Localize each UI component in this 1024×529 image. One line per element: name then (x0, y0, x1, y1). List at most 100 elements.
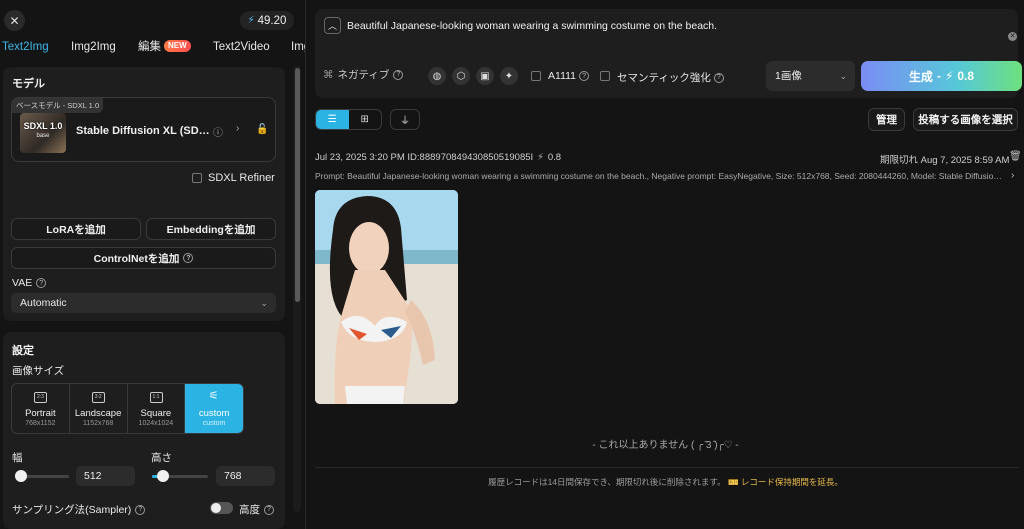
model-selector[interactable]: ベースモデル - SDXL 1.0 SDXL 1.0 base Stable D… (11, 97, 276, 162)
divider (315, 467, 1018, 468)
width-input[interactable]: 512 (76, 466, 135, 486)
add-embedding-button[interactable]: Embeddingを追加 (146, 218, 276, 240)
image-size-group: 2:3 Portrait 768x1152 3:2 Landscape 1152… (11, 383, 244, 434)
image-icon[interactable]: ▣ (476, 67, 494, 85)
size-dim: custom (202, 420, 226, 427)
chevron-right-icon[interactable]: › (1011, 170, 1014, 181)
top-bar: ✕ ⚡ 49.20 (0, 0, 305, 34)
a1111-text: A1111 (548, 70, 577, 82)
tab-edit[interactable]: 編集 NEW (138, 38, 191, 58)
negative-prompt-toggle[interactable]: ⌘ ネガティブ ? (323, 67, 404, 82)
record-prompt-line[interactable]: Prompt: Beautiful Japanese-looking woman… (315, 171, 1005, 181)
size-option-landscape[interactable]: 3:2 Landscape 1152x768 (70, 384, 128, 433)
size-name: Landscape (74, 408, 122, 419)
count-value: 1画像 (775, 70, 802, 82)
globe-icon[interactable]: ◍ (428, 67, 446, 85)
lock-icon[interactable]: 🔓 (256, 124, 268, 135)
height-slider-handle[interactable] (157, 470, 170, 482)
size-option-portrait[interactable]: 2:3 Portrait 768x1152 (12, 384, 70, 433)
vae-value: Automatic (20, 297, 67, 309)
close-icon: ✕ (9, 13, 20, 28)
ticket-icon: 🎫 (727, 477, 739, 487)
add-controlnet-button[interactable]: ControlNetを追加? (11, 247, 276, 269)
size-name: Square (140, 408, 172, 419)
negative-icon: ⌘ (323, 68, 334, 81)
filter-button[interactable]: ⏚ (390, 109, 420, 130)
image-count-select[interactable]: 1画像 ⌄ (766, 61, 855, 91)
advanced-toggle[interactable] (210, 502, 233, 514)
grid-icon: ⊞ (360, 114, 369, 125)
generated-image[interactable] (315, 190, 458, 404)
tab-label: Text2Video (213, 41, 270, 53)
close-button[interactable]: ✕ (4, 10, 25, 31)
landscape-icon: 3:2 (91, 392, 105, 403)
tab-img-more[interactable]: Img (291, 38, 305, 58)
record-cost: 0.8 (547, 152, 562, 163)
help-icon[interactable]: ? (264, 504, 274, 515)
square-icon: 1:1 (149, 392, 163, 403)
settings-section-title: 設定 (12, 345, 34, 357)
chevron-right-icon[interactable]: › (236, 123, 239, 134)
trash-icon[interactable]: 🗑 (1009, 151, 1022, 162)
credits-value: 49.20 (257, 14, 287, 27)
manage-button[interactable]: 管理 (868, 108, 905, 131)
button-label: Embeddingを追加 (166, 223, 256, 236)
record-meta-text: Jul 23, 2025 3:20 PM ID:8889708494308505… (315, 152, 534, 163)
prompt-input[interactable]: Beautiful Japanese-looking woman wearing… (347, 20, 717, 32)
toggle-knob (211, 503, 221, 513)
right-panel: ︿ Beautiful Japanese-looking woman weari… (305, 0, 1024, 529)
credits-badge[interactable]: ⚡ 49.20 (240, 11, 294, 30)
list-icon: ☰ (327, 114, 337, 125)
app-root: ✕ ⚡ 49.20 Text2Img Img2Img 編集 NEW Text2Vi… (0, 0, 1024, 529)
tab-img2img[interactable]: Img2Img (71, 38, 116, 58)
help-icon[interactable]: ? (579, 71, 590, 81)
add-lora-button[interactable]: LoRAを追加 (11, 218, 141, 240)
collapse-button[interactable]: ︿ (324, 17, 341, 34)
list-view-button[interactable]: ☰ (316, 110, 349, 129)
footer-text: 履歴レコードは14日間保存でき、期限切れ後に削除されます。 (488, 477, 726, 487)
vae-label-text: VAE (12, 277, 33, 289)
vae-select[interactable]: Automatic ⌄ (11, 293, 276, 313)
magic-wand-icon[interactable]: ✦ (500, 67, 518, 85)
help-icon[interactable]: ? (36, 278, 47, 288)
info-icon[interactable]: ⓘ (213, 124, 223, 139)
generate-button[interactable]: 生成 - ⚡ 0.8 (861, 61, 1022, 91)
button-label: ControlNetを追加 (93, 252, 180, 265)
size-dim: 1024x1024 (138, 420, 174, 427)
left-scrollbar-thumb[interactable] (295, 68, 300, 302)
tab-text2video[interactable]: Text2Video (213, 38, 270, 58)
sdxl-refiner-checkbox[interactable] (192, 173, 202, 183)
button-label: LoRAを追加 (46, 223, 106, 236)
help-icon[interactable]: ? (135, 504, 146, 515)
tab-text2img[interactable]: Text2Img (2, 38, 49, 58)
view-toggle: ☰ ⊞ (315, 109, 382, 130)
help-icon[interactable]: ? (183, 253, 194, 263)
base-model-tag: ベースモデル - SDXL 1.0 (12, 98, 104, 113)
negative-label: ネガティブ (337, 69, 390, 81)
thumbnail-title: SDXL 1.0 (23, 121, 63, 131)
image-size-label: 画像サイズ (12, 365, 65, 377)
extend-retention-link[interactable]: レコード保持期間を延長。 (741, 477, 843, 487)
clear-icon[interactable]: ✕ (1008, 32, 1017, 41)
help-icon[interactable]: ? (393, 69, 404, 80)
cube-icon[interactable]: ⬡ (452, 67, 470, 85)
end-of-list-message: - これ以上ありません ( ╭ ̄3 ̄)╭♡ - (592, 440, 739, 451)
width-slider-handle[interactable] (15, 470, 28, 482)
size-option-custom[interactable]: ⚟ custom custom (185, 384, 243, 433)
tab-label: Img2Img (71, 41, 116, 53)
bolt-icon: ⚡ (537, 152, 544, 163)
generate-label: 生成 (908, 69, 933, 84)
grid-view-button[interactable]: ⊞ (349, 110, 382, 129)
select-images-button[interactable]: 投稿する画像を選択 (913, 108, 1018, 131)
vae-label: VAE? (12, 277, 47, 289)
a1111-checkbox[interactable] (531, 71, 541, 81)
bolt-icon: ⚡ (247, 15, 255, 26)
size-dim: 768x1152 (25, 420, 56, 427)
semantic-checkbox[interactable] (600, 71, 610, 81)
size-option-square[interactable]: 1:1 Square 1024x1024 (128, 384, 186, 433)
size-name: custom (198, 408, 230, 419)
chevron-down-icon: ⌄ (260, 298, 268, 308)
chevron-up-icon: ︿ (327, 21, 337, 31)
help-icon[interactable]: ? (713, 72, 724, 83)
height-input[interactable]: 768 (216, 466, 275, 486)
